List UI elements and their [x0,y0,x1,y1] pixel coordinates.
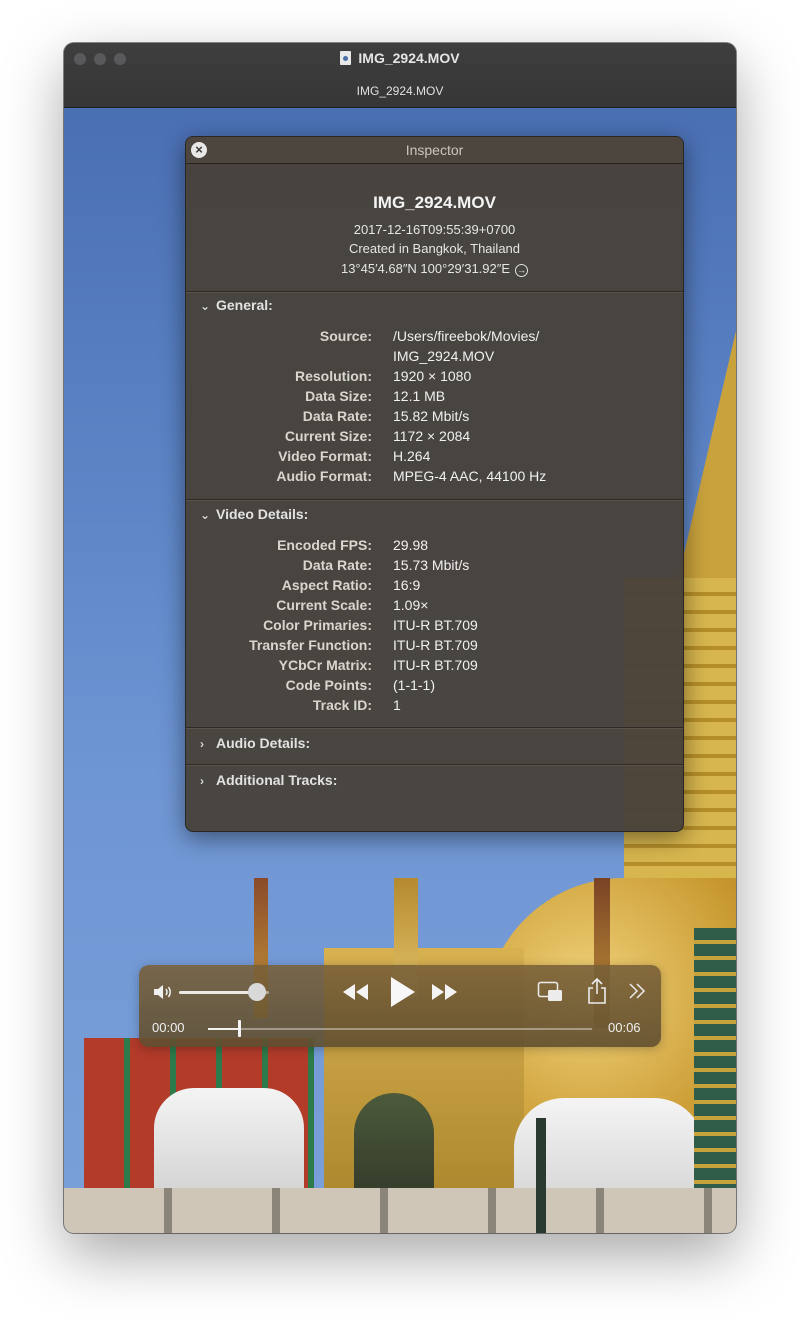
info-value: ITU-R BT.709 [393,637,478,653]
info-row: Code Points: (1-1-1) [186,677,683,697]
volume-speaker-icon[interactable] [152,983,174,1001]
show-in-maps-icon[interactable]: → [515,264,529,277]
playback-controls: 00:00 00:06 [139,965,661,1047]
file-date: 2017-12-16T09:55:39+0700 [353,222,516,237]
window-title: IMG_2924.MOV [64,50,736,66]
rewind-icon[interactable] [341,975,369,1009]
info-value: 29.98 [393,537,429,553]
coordinates-text: 13°45′4.68″N 100°29′31.92″E [340,261,511,276]
info-key: Encoded FPS: [277,537,372,553]
stone-fence [64,1188,736,1233]
movie-document-icon[interactable] [340,51,352,65]
info-key: Current Size: [284,428,372,444]
info-row: Current Size: 1172 × 2084 [186,428,683,448]
lamp-post [536,1118,546,1233]
timeline-playhead[interactable] [238,1020,241,1037]
info-key: Source: [319,328,372,344]
share-icon[interactable] [587,977,607,1005]
file-coordinates: 13°45′4.68″N 100°29′31.92″E → [186,261,683,277]
chevron-right-icon: › [200,774,204,788]
tab-title: IMG_2924.MOV [356,84,444,98]
info-value: ITU-R BT.709 [393,657,478,673]
chevron-right-icon: › [200,737,204,751]
info-row: Data Rate: 15.73 Mbit/s [186,557,683,577]
volume-slider-fill [179,991,256,994]
divider [186,727,683,729]
chevron-down-icon: ⌄ [200,508,211,522]
info-key: Aspect Ratio: [281,577,372,593]
info-key: Current Scale: [276,597,372,613]
info-key: Transfer Function: [249,637,372,653]
info-value: 1 [393,697,401,713]
section-additional-tracks-header[interactable]: › Additional Tracks: [200,772,337,788]
info-row: Track ID: 1 [186,697,683,717]
info-key: Audio Format: [276,468,372,484]
section-video-details-header[interactable]: ⌄ Video Details: [200,506,308,522]
info-row: Data Rate: 15.82 Mbit/s [186,408,683,428]
timeline-progress-fill [208,1028,239,1030]
info-key: Data Size: [305,388,372,404]
info-value: (1-1-1) [393,677,436,693]
divider [186,764,683,766]
volume-slider-knob[interactable] [248,983,266,1001]
divider [186,499,683,501]
info-row: Source: /Users/fireebok/Movies/ [186,328,683,348]
info-key: Code Points: [285,677,372,693]
window-title-text: IMG_2924.MOV [358,50,460,66]
info-row: Encoded FPS: 29.98 [186,537,683,557]
green-tower [694,928,736,1188]
info-value: 1920 × 1080 [393,368,472,384]
title-bar[interactable]: IMG_2924.MOV IMG_2924.MOV [64,43,736,108]
more-options-icon[interactable] [627,980,647,1002]
info-value: ITU-R BT.709 [393,617,478,633]
info-row: IMG_2924.MOV [186,348,683,368]
inspector-panel: × Inspector IMG_2924.MOV 2017-12-16T09:5… [185,136,684,832]
info-value: 12.1 MB [393,388,446,404]
info-row: YCbCr Matrix: ITU-R BT.709 [186,657,683,677]
section-video-details-label: Video Details: [216,506,309,522]
play-icon[interactable] [387,975,417,1009]
info-value: IMG_2924.MOV [393,348,495,364]
chevron-down-icon: ⌄ [200,299,211,313]
file-created-location: Created in Bangkok, Thailand [348,241,521,256]
info-value: 16:9 [393,577,421,593]
info-value: /Users/fireebok/Movies/ [393,328,540,344]
total-time: 00:06 [608,1020,641,1035]
info-value: H.264 [393,448,431,464]
info-key: Data Rate: [302,557,372,573]
info-value: 1172 × 2084 [393,428,471,444]
section-audio-details-label: Audio Details: [216,735,311,751]
info-value: 15.73 Mbit/s [393,557,470,573]
info-key: Resolution: [295,368,372,384]
section-general-header[interactable]: ⌄ General: [200,297,273,313]
info-key: YCbCr Matrix: [278,657,372,673]
fast-forward-icon[interactable] [431,975,459,1009]
info-key: Video Format: [278,448,372,464]
info-row: Current Scale: 1.09× [186,597,683,617]
info-row: Data Size: 12.1 MB [186,388,683,408]
section-audio-details-header[interactable]: › Audio Details: [200,735,310,751]
section-general-label: General: [216,297,273,313]
info-value: 1.09× [393,597,429,613]
divider [186,291,683,293]
info-key: Color Primaries: [263,617,372,633]
info-row: Video Format: H.264 [186,448,683,468]
current-time: 00:00 [152,1020,185,1035]
info-key: Data Rate: [302,408,372,424]
info-row: Resolution: 1920 × 1080 [186,368,683,388]
info-value: 15.82 Mbit/s [393,408,470,424]
timeline-scrubber-track[interactable] [208,1028,592,1030]
inspector-title-bar[interactable]: × Inspector [186,137,683,164]
info-key: Track ID: [312,697,372,713]
info-row: Color Primaries: ITU-R BT.709 [186,617,683,637]
info-row: Aspect Ratio: 16:9 [186,577,683,597]
info-row: Transfer Function: ITU-R BT.709 [186,637,683,657]
golden-stupa-spire [676,288,736,588]
info-value: MPEG-4 AAC, 44100 Hz [393,468,547,484]
section-additional-tracks-label: Additional Tracks: [216,772,338,788]
file-name: IMG_2924.MOV [373,193,496,212]
info-row: Audio Format: MPEG-4 AAC, 44100 Hz [186,468,683,488]
picture-in-picture-icon[interactable] [537,980,563,1004]
inspector-title: Inspector [405,142,464,158]
